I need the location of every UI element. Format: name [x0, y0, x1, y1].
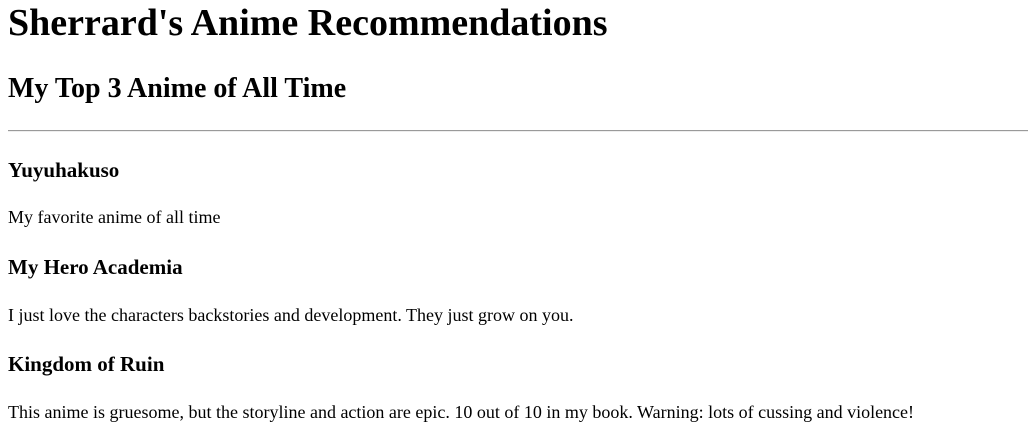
anime-title-2: My Hero Academia	[8, 255, 183, 279]
anime-title-1: Yuyuhakuso	[8, 158, 120, 182]
page-title: Sherrard's Anime Recommendations	[8, 2, 608, 44]
page-subtitle: My Top 3 Anime of All Time	[8, 73, 347, 104]
anime-description-1: My favorite anime of all time	[8, 207, 221, 227]
section-divider	[8, 130, 1028, 132]
page-body: Sherrard's Anime Recommendations My Top …	[0, 0, 1028, 439]
anime-title-3: Kingdom of Ruin	[8, 352, 165, 376]
anime-description-3: This anime is gruesome, but the storylin…	[8, 402, 915, 422]
anime-description-2: I just love the characters backstories a…	[8, 305, 574, 325]
